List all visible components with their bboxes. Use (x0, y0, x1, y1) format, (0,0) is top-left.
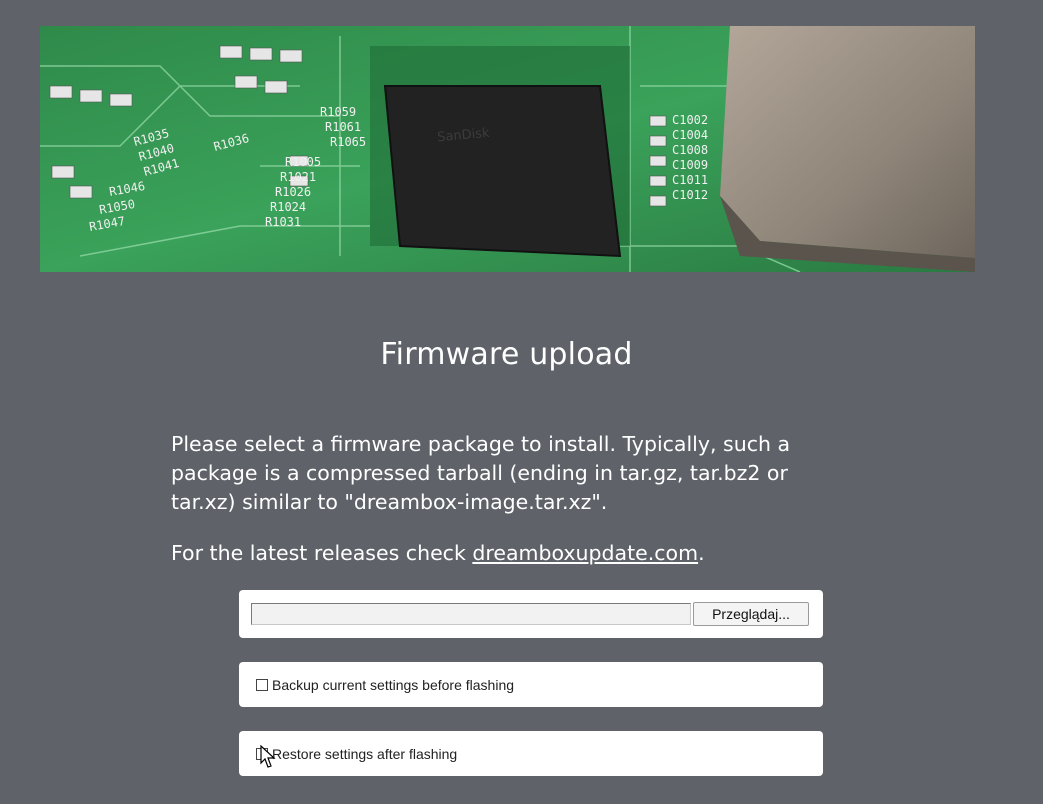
backup-label: Backup current settings before flashing (272, 677, 515, 693)
svg-text:C1009: C1009 (672, 158, 708, 172)
svg-text:C1004: C1004 (672, 128, 708, 142)
file-path-input[interactable] (251, 603, 691, 625)
page-title: Firmware upload (380, 337, 633, 372)
svg-text:R1065: R1065 (330, 135, 366, 149)
svg-text:R1061: R1061 (325, 120, 361, 134)
svg-text:C1002: C1002 (672, 113, 708, 127)
svg-text:R1005: R1005 (285, 155, 321, 169)
latest-suffix: . (698, 541, 705, 565)
backup-checkbox[interactable] (256, 679, 268, 691)
svg-text:R1024: R1024 (270, 200, 306, 214)
svg-text:R1021: R1021 (280, 170, 316, 184)
svg-text:R1026: R1026 (275, 185, 311, 199)
circuit-board-banner: SanDisk R1035 R1040 R1041 R1036 R1046 R1… (40, 26, 975, 272)
svg-text:R1059: R1059 (320, 105, 356, 119)
dreamboxupdate-link[interactable]: dreamboxupdate.com (472, 541, 698, 565)
latest-prefix: For the latest releases check (171, 541, 473, 565)
svg-text:C1011: C1011 (672, 173, 708, 187)
restore-option[interactable]: Restore settings after flashing (256, 746, 457, 762)
latest-releases-text: For the latest releases check dreamboxup… (171, 539, 871, 568)
backup-option-panel: Backup current settings before flashing (239, 662, 823, 707)
svg-text:C1008: C1008 (672, 143, 708, 157)
file-upload-panel: Przeglądaj... (239, 590, 823, 638)
svg-text:C1012: C1012 (672, 188, 708, 202)
circuit-board-image: SanDisk R1035 R1040 R1041 R1036 R1046 R1… (40, 26, 975, 272)
restore-checkbox[interactable] (256, 748, 268, 760)
browse-button[interactable]: Przeglądaj... (693, 602, 809, 626)
description-text: Please select a firmware package to inst… (171, 432, 791, 514)
backup-option[interactable]: Backup current settings before flashing (256, 677, 514, 693)
restore-label: Restore settings after flashing (272, 746, 458, 762)
svg-text:R1031: R1031 (265, 215, 301, 229)
restore-option-panel: Restore settings after flashing (239, 731, 823, 776)
